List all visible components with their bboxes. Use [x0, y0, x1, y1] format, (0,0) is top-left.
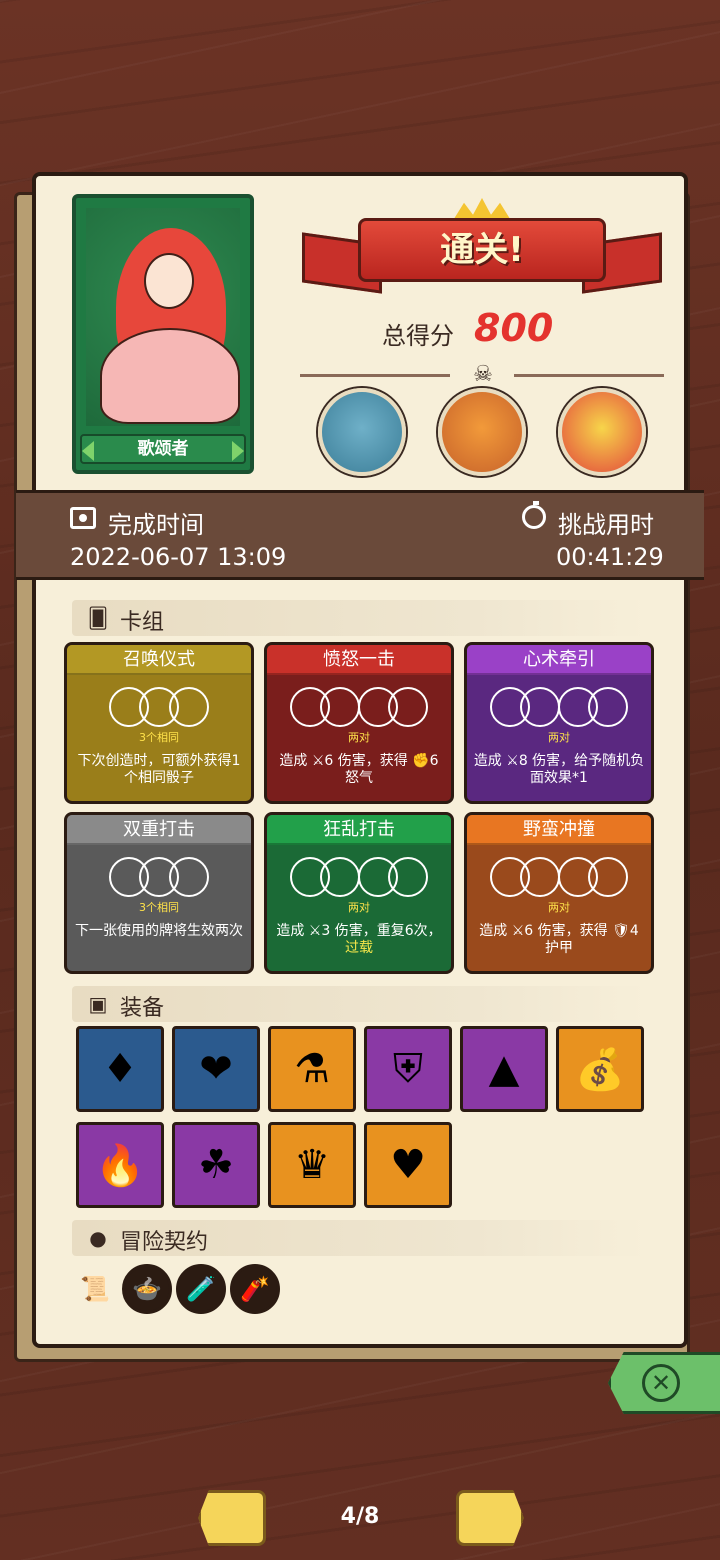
deck-card[interactable]: 野蛮冲撞两对造成 ⚔6 伤害，获得 🛡4 护甲 — [464, 812, 654, 974]
deck-card[interactable]: 双重打击 3个相同下一张使用的牌将生效两次 — [64, 812, 254, 974]
contract-section-header: ● 冒险契约 — [72, 1220, 646, 1256]
deck-section-header: 🂠 卡组 — [72, 600, 646, 636]
equipment-heart-box-icon[interactable]: ♥ — [364, 1122, 452, 1208]
equipment-cheese-icon[interactable]: ▲ — [460, 1026, 548, 1112]
stopwatch-icon — [522, 501, 546, 529]
boss-avatar-1[interactable] — [318, 388, 406, 476]
card-requirement: 3个相同 — [139, 901, 179, 914]
finish-time-value: 2022-06-07 13:09 — [70, 543, 287, 571]
banner-text: 通关! — [358, 218, 606, 282]
equipment-crown-icon[interactable]: ♛ — [268, 1122, 356, 1208]
equipment-horned-heart-icon[interactable]: ❤ — [172, 1026, 260, 1112]
hero-face-shape — [144, 253, 194, 309]
dice-gap — [350, 687, 358, 727]
dice-slot — [588, 857, 628, 897]
equipment-section-header: ▣ 装备 — [72, 986, 646, 1022]
card-requirement: 两对 — [348, 731, 370, 744]
hero-name: 歌颂者 — [80, 434, 246, 464]
equipment-demon-shield-icon[interactable]: ⛨ — [364, 1026, 452, 1112]
hero-card[interactable]: 歌颂者 — [72, 194, 254, 474]
dice-slot — [388, 687, 428, 727]
film-icon — [70, 507, 96, 529]
contract-potion-icon[interactable]: 🧪 — [176, 1264, 226, 1314]
equipment-gem-icon[interactable]: ♦ — [76, 1026, 164, 1112]
dice-slot — [588, 687, 628, 727]
card-keyword: 过载 — [345, 940, 373, 956]
boss-avatar-2[interactable] — [438, 388, 526, 476]
deck-section-title: 卡组 — [120, 610, 165, 635]
close-icon[interactable]: ✕ — [642, 1364, 680, 1402]
prev-page-button[interactable] — [198, 1490, 266, 1546]
score-value: 800 — [474, 306, 554, 350]
equipment-money-bag-icon[interactable]: 💰 — [556, 1026, 644, 1112]
person-icon: ● — [89, 1226, 107, 1250]
card-description-text: 造成 ⚔3 伤害，重复6次， — [276, 923, 442, 939]
card-description-text: 造成 ⚔6 伤害，获得 🛡4 护甲 — [479, 923, 639, 956]
card-title: 心术牵引 — [467, 645, 651, 675]
card-description: 造成 ⚔6 伤害，获得 ✊6 怒气 — [273, 753, 445, 787]
next-page-button[interactable] — [456, 1490, 524, 1546]
info-bar: 完成时间 2022-06-07 13:09 挑战用时 00:41:29 — [16, 490, 704, 580]
hero-prev-arrow-icon[interactable] — [82, 441, 94, 461]
card-requirement: 两对 — [348, 901, 370, 914]
hero-portrait — [86, 208, 240, 426]
dice-slots — [67, 857, 251, 897]
deck-card[interactable]: 狂乱打击两对造成 ⚔3 伤害，重复6次， 过载 — [264, 812, 454, 974]
card-title: 召唤仪式 — [67, 645, 251, 675]
dice-slot — [169, 687, 209, 727]
card-requirement: 两对 — [548, 731, 570, 744]
hero-dress-shape — [100, 328, 240, 424]
duration-value: 00:41:29 — [556, 543, 664, 571]
finish-time-label: 完成时间 — [108, 511, 204, 539]
dice-slots — [467, 687, 651, 727]
equipment-clover-icon[interactable]: ☘ — [172, 1122, 260, 1208]
dice-slots — [267, 857, 451, 897]
duration-label: 挑战用时 — [558, 511, 654, 539]
deck-card[interactable]: 愤怒一击两对造成 ⚔6 伤害，获得 ✊6 怒气 — [264, 642, 454, 804]
dice-slots — [467, 857, 651, 897]
dice-slot — [169, 857, 209, 897]
deck-card[interactable]: 召唤仪式 3个相同下次创造时，可额外获得1个相同骰子 — [64, 642, 254, 804]
score-label: 总得分 — [382, 322, 454, 350]
cube-icon: ▣ — [88, 992, 108, 1016]
card-description: 下一张使用的牌将生效两次 — [73, 923, 245, 940]
card-description-text: 下次创造时，可额外获得1个相同骰子 — [77, 753, 241, 786]
dice-gap — [550, 687, 558, 727]
boss-avatar-3[interactable] — [558, 388, 646, 476]
deck-card[interactable]: 心术牵引两对造成 ⚔8 伤害，给予随机负面效果*1 — [464, 642, 654, 804]
card-description: 造成 ⚔8 伤害，给予随机负面效果*1 — [473, 753, 645, 787]
cards-icon: 🂠 — [87, 606, 109, 630]
dice-slots — [67, 687, 251, 727]
card-description: 造成 ⚔3 伤害，重复6次， 过载 — [273, 923, 445, 957]
contract-dynamite-icon[interactable]: 🧨 — [230, 1264, 280, 1314]
card-title: 愤怒一击 — [267, 645, 451, 675]
dice-gap — [550, 857, 558, 897]
card-description-text: 造成 ⚔8 伤害，给予随机负面效果*1 — [473, 753, 645, 786]
card-description-text: 下一张使用的牌将生效两次 — [75, 923, 243, 939]
skull-icon: ☠ — [473, 362, 493, 387]
divider-right — [514, 374, 664, 377]
card-title: 狂乱打击 — [267, 815, 451, 845]
scroll-icon[interactable]: 📜 — [70, 1264, 120, 1314]
dice-slots — [267, 687, 451, 727]
clear-banner: 通关! — [302, 198, 662, 308]
equipment-section-title: 装备 — [120, 996, 165, 1021]
page-indicator: 4/8 — [340, 1504, 380, 1529]
hero-next-arrow-icon[interactable] — [232, 441, 244, 461]
contract-section-title: 冒险契约 — [120, 1230, 209, 1255]
card-title: 野蛮冲撞 — [467, 815, 651, 845]
card-description-text: 造成 ⚔6 伤害，获得 ✊6 怒气 — [279, 753, 439, 786]
dice-slot — [388, 857, 428, 897]
contract-food-icon[interactable]: 🍲 — [122, 1264, 172, 1314]
equipment-saw-bottle-icon[interactable]: ⚗ — [268, 1026, 356, 1112]
equipment-fire-scroll-icon[interactable]: 🔥 — [76, 1122, 164, 1208]
card-title: 双重打击 — [67, 815, 251, 845]
card-requirement: 3个相同 — [139, 731, 179, 744]
dice-gap — [350, 857, 358, 897]
card-requirement: 两对 — [548, 901, 570, 914]
card-description: 下次创造时，可额外获得1个相同骰子 — [73, 753, 245, 787]
divider-left — [300, 374, 450, 377]
card-description: 造成 ⚔6 伤害，获得 🛡4 护甲 — [473, 923, 645, 957]
